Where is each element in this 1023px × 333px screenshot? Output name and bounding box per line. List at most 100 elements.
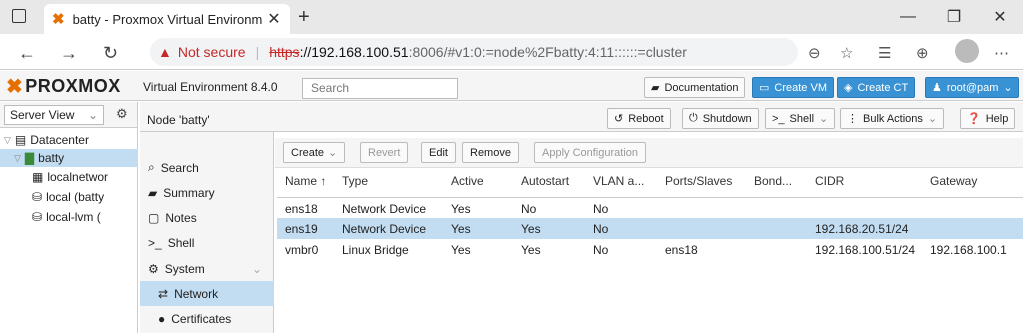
column-header[interactable]: Name ↑ — [285, 174, 339, 188]
table-cell: ens18 — [665, 243, 698, 257]
favorite-icon[interactable]: ☆ — [840, 44, 853, 62]
nav-label: Shell — [167, 235, 195, 250]
nav-item-search[interactable]: ⌕ Search — [140, 155, 274, 180]
browser-tab[interactable]: ✖ batty - Proxmox Virtual Environm ✕ — [44, 4, 290, 34]
shutdown-button[interactable]: ⏻ Shutdown — [682, 108, 759, 129]
storage-icon: ⛁ — [32, 210, 43, 224]
tree-label: localnetwor — [47, 170, 109, 184]
nav-label: System — [164, 261, 205, 276]
user-label: root@pam — [946, 81, 999, 94]
revert-button[interactable]: Revert — [360, 142, 409, 163]
url-path: :8006/#v1:0:=node%2Fbatty:4:11::::::=clu… — [408, 44, 687, 60]
power-icon: ⏻ — [689, 112, 698, 124]
more-icon[interactable]: ⋯ — [994, 44, 1009, 62]
chevron-down-icon: ⌄ — [87, 108, 98, 122]
table-cell: Yes — [451, 222, 471, 236]
maximize-icon[interactable]: ❐ — [931, 0, 977, 34]
remove-button[interactable]: Remove — [462, 142, 519, 163]
server-view-select[interactable]: Server View ⌄ — [4, 105, 104, 125]
bulk-actions-button[interactable]: ⋮ Bulk Actions ⌄ — [840, 108, 945, 129]
certificate-icon: ● — [158, 311, 166, 326]
bulk-actions-label: Bulk Actions — [863, 112, 923, 125]
table-cell: No — [593, 243, 609, 257]
tree-node-localnetwork[interactable]: ▦ localnetwor — [32, 168, 138, 186]
table-cell: Linux Bridge — [342, 243, 409, 257]
terminal-icon: >_ — [148, 235, 162, 250]
tree-node-datacenter[interactable]: ▽ ▤ Datacenter — [4, 131, 138, 149]
create-vm-button[interactable]: ▭ Create VM — [752, 77, 834, 98]
warning-icon: ▲ — [158, 44, 172, 60]
create-vm-label: Create VM — [774, 81, 827, 94]
documentation-label: Documentation — [664, 81, 739, 94]
new-tab-button[interactable]: + — [298, 6, 310, 29]
storage-icon: ⛁ — [32, 190, 43, 204]
table-cell: No — [593, 202, 609, 216]
favorites-bar-icon[interactable]: ☰ — [878, 44, 891, 62]
nav-item-certificates[interactable]: ● Certificates — [140, 306, 274, 331]
proxmox-logo[interactable]: ✖ PROXMOX — [6, 74, 121, 99]
nav-item-system[interactable]: ⚙ System ⌄ — [140, 256, 274, 281]
collapse-icon[interactable]: ▽ — [4, 135, 11, 146]
help-label: Help — [985, 112, 1009, 125]
server-view-label: Server View — [10, 108, 75, 122]
nav-label: Notes — [165, 210, 197, 225]
column-header[interactable]: Type — [342, 174, 447, 188]
chevron-down-icon: ⌄ — [1003, 82, 1013, 94]
profile-avatar[interactable] — [955, 39, 979, 63]
create-button[interactable]: Create ⌄ — [283, 142, 346, 163]
column-header[interactable]: Autostart — [521, 174, 589, 188]
column-header[interactable]: Gateway — [930, 174, 1023, 188]
close-tab-icon[interactable]: ✕ — [266, 9, 282, 29]
minimize-icon[interactable]: — — [885, 0, 931, 34]
node-icon: ▇ — [24, 151, 35, 165]
tab-actions-icon[interactable] — [12, 9, 26, 23]
reboot-button[interactable]: ↺ Reboot — [607, 108, 671, 129]
column-header[interactable]: Bond... — [754, 174, 812, 188]
tree-node-local-lvm[interactable]: ⛁ local-lvm ( — [32, 208, 138, 226]
nav-item-shell[interactable]: >_ Shell — [140, 230, 274, 255]
table-cell: No — [593, 222, 609, 236]
gear-icon[interactable]: ⚙ — [116, 106, 128, 122]
tree-node-local-storage[interactable]: ⛁ local (batty — [32, 188, 138, 206]
close-window-icon[interactable]: ✕ — [977, 0, 1023, 34]
chevron-down-icon: ⌄ — [819, 113, 829, 125]
user-menu-button[interactable]: ♟ root@pam ⌄ — [925, 77, 1019, 98]
table-cell: 192.168.20.51/24 — [815, 222, 909, 236]
notes-icon: ▢ — [148, 210, 160, 225]
column-header[interactable]: CIDR — [815, 174, 925, 188]
address-bar[interactable]: ▲ Not secure | https://192.168.100.51:80… — [150, 38, 798, 66]
collections-icon[interactable]: ⊕ — [916, 44, 929, 62]
create-ct-button[interactable]: ◈ Create CT — [837, 77, 916, 98]
help-button[interactable]: ❓ Help — [960, 108, 1016, 129]
nav-item-notes[interactable]: ▢ Notes — [140, 205, 274, 230]
edit-button[interactable]: Edit — [421, 142, 456, 163]
node-title: Node 'batty' — [147, 113, 210, 127]
exchange-icon: ⇄ — [158, 286, 169, 301]
column-header[interactable]: Active — [451, 174, 517, 188]
column-header[interactable]: VLAN a... — [593, 174, 661, 188]
collapse-icon[interactable]: ▽ — [14, 153, 21, 164]
reload-icon[interactable]: ↻ — [103, 43, 118, 64]
zoom-icon[interactable]: ⊖ — [808, 44, 821, 62]
documentation-button[interactable]: ▰ Documentation — [644, 77, 746, 98]
nav-item-network[interactable]: ⇄ Network — [140, 281, 274, 306]
column-header[interactable]: Ports/Slaves — [665, 174, 750, 188]
back-icon[interactable]: ← — [18, 43, 36, 64]
proxmox-favicon-icon: ✖ — [52, 11, 65, 28]
table-cell: vmbr0 — [285, 243, 319, 257]
help-icon: ❓ — [967, 113, 981, 125]
network-icon: ▦ — [32, 170, 44, 184]
reboot-icon: ↺ — [614, 113, 624, 125]
search-input[interactable]: Search — [302, 78, 458, 99]
forward-icon[interactable]: → — [60, 43, 78, 64]
tree-node-batty[interactable]: ▽ ▇ batty — [0, 149, 138, 167]
table-cell: 192.168.100.51/24 — [815, 243, 916, 257]
chevron-down-icon: ⌄ — [927, 113, 938, 125]
tree-label: local (batty — [46, 190, 105, 204]
nav-label: Summary — [163, 185, 215, 200]
apply-configuration-button[interactable]: Apply Configuration — [534, 142, 647, 163]
tree-label: Datacenter — [30, 133, 89, 147]
nav-label: Network — [174, 286, 219, 301]
nav-item-summary[interactable]: ▰ Summary — [140, 180, 274, 205]
shell-button[interactable]: >_ Shell ⌄ — [765, 108, 836, 129]
